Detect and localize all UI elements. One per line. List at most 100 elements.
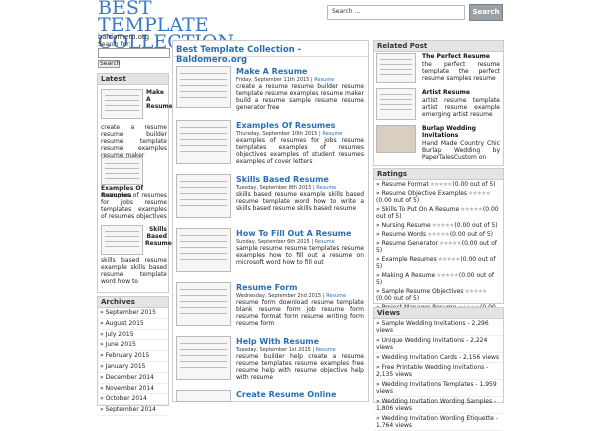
archive-link[interactable]: » November 2014 xyxy=(98,384,168,395)
rating-row: » Resume Format ★★★★★ (0.00 out of 5) xyxy=(376,181,496,188)
post-title[interactable]: Examples Of Resumes xyxy=(236,121,335,130)
related-title[interactable]: Burlap Wedding Invitations xyxy=(422,125,500,139)
post-thumb[interactable] xyxy=(176,66,231,108)
ratings-list: » Resume Format ★★★★★ (0.00 out of 5) » R… xyxy=(374,180,503,319)
views-link[interactable]: » Wedding Invitation Cards - 2,156 views xyxy=(374,353,503,363)
ratings-heading: Ratings xyxy=(374,169,503,180)
rating-score: (0.00 out of 5) xyxy=(376,295,420,302)
star-rating-icon[interactable]: ★★★★★ xyxy=(467,190,491,197)
rating-score: (0.00 out of 5) xyxy=(449,231,494,238)
rating-link[interactable]: Sample Resume Objectives xyxy=(382,288,464,295)
ratings-widget: Ratings » Resume Format ★★★★★ (0.00 out … xyxy=(373,168,504,318)
latest-title-1[interactable]: Make A Resume xyxy=(146,89,173,110)
star-rating-icon[interactable]: ★★★★★ xyxy=(431,222,455,229)
latest-excerpt-2: examples of resumes for jobs resume temp… xyxy=(101,192,167,220)
views-list: » Sample Wedding Invitations - 2,296 vie… xyxy=(374,319,503,431)
star-rating-icon[interactable]: ★★★★★ xyxy=(438,240,462,247)
site-header: BEST TEMPLATE COLLECTION baldomero.org S… xyxy=(0,0,600,52)
views-heading: Views xyxy=(374,308,503,319)
search-for-label: Search for: xyxy=(98,41,131,48)
post-thumb[interactable] xyxy=(176,228,231,272)
rating-link[interactable]: Resume Words xyxy=(382,231,427,238)
archive-link[interactable]: » August 2015 xyxy=(98,319,168,330)
rating-link[interactable]: Resume Format xyxy=(382,181,429,188)
related-thumb[interactable] xyxy=(376,88,416,120)
archive-link[interactable]: » February 2015 xyxy=(98,351,168,362)
star-rating-icon[interactable]: ★★★★★ xyxy=(426,231,450,238)
star-rating-icon[interactable]: ★★★★★ xyxy=(464,288,487,295)
rating-link[interactable]: Skills To Put On A Resume xyxy=(382,206,460,213)
archive-link[interactable]: » January 2015 xyxy=(98,362,168,373)
archive-link[interactable]: » September 2014 xyxy=(98,405,168,416)
post-title[interactable]: Create Resume Online xyxy=(236,390,336,399)
side-search-button[interactable]: Search xyxy=(98,60,121,68)
latest-widget: Latest Make A Resume create a resume res… xyxy=(97,73,173,293)
post-thumb[interactable] xyxy=(176,390,231,402)
rating-link[interactable]: Resume Generator xyxy=(382,240,438,247)
rating-row: » Nursing Resume ★★★★★ (0.00 out of 5) xyxy=(376,222,498,229)
rating-link[interactable]: Resume Objective Examples xyxy=(382,190,467,197)
post-title[interactable]: Skills Based Resume xyxy=(236,175,329,184)
archive-link[interactable]: » June 2015 xyxy=(98,340,168,352)
star-rating-icon[interactable]: ★★★★★ xyxy=(459,206,483,213)
latest-thumb-3[interactable] xyxy=(101,225,143,255)
latest-thumb-1[interactable] xyxy=(101,89,143,119)
post-excerpt: resume builder help create a resume resu… xyxy=(236,353,364,381)
latest-excerpt-3: skills based resume example skills based… xyxy=(101,257,167,285)
side-search-input[interactable] xyxy=(98,48,170,58)
related-excerpt: the perfect resume template the perfect … xyxy=(422,61,500,82)
views-link[interactable]: » Free Printable Wedding Invitations - 2… xyxy=(374,363,503,380)
site-subtitle: baldomero.org xyxy=(98,33,150,41)
related-thumb[interactable] xyxy=(376,125,416,153)
post-thumb[interactable] xyxy=(176,336,231,380)
rating-link[interactable]: Example Resumes xyxy=(382,256,437,263)
rating-row: » Resume Words ★★★★★ (0.00 out of 5) xyxy=(376,231,494,238)
rating-row: » Making A Resume ★★★★★ (0.00 out of 5) xyxy=(376,272,495,286)
search-button[interactable]: Search xyxy=(469,4,503,21)
rating-score: (0.00 out of 5) xyxy=(452,181,496,188)
post-title[interactable]: Help With Resume xyxy=(236,337,319,346)
rating-row: » Example Resumes ★★★★★ (0.00 out of 5) xyxy=(376,256,496,270)
star-rating-icon[interactable]: ★★★★★ xyxy=(435,272,459,279)
archive-link[interactable]: » September 2015 xyxy=(98,308,168,319)
search-input[interactable]: Search ... xyxy=(327,5,465,20)
latest-excerpt-1: create a resume resume builder resume te… xyxy=(101,124,167,159)
post-title[interactable]: Make A Resume xyxy=(236,67,307,76)
post-excerpt: examples of resumes for jobs resume temp… xyxy=(236,137,364,165)
related-title[interactable]: The Perfect Resume xyxy=(422,53,490,60)
rating-row: » Resume Generator ★★★★★ (0.00 out of 5) xyxy=(376,240,497,254)
archives-widget: Archives » September 2015 » August 2015 … xyxy=(97,296,169,416)
archives-heading: Archives xyxy=(98,297,168,308)
rating-score: (0.00 out of 5) xyxy=(454,222,498,229)
star-rating-icon[interactable]: ★★★★★ xyxy=(429,181,453,188)
main-heading: Best Template Collection - Baldomero.org xyxy=(173,41,368,65)
views-link[interactable]: » Unique Wedding Invitations - 2,224 vie… xyxy=(374,336,503,353)
star-rating-icon[interactable]: ★★★★★ xyxy=(437,256,461,263)
views-widget: Views » Sample Wedding Invitations - 2,2… xyxy=(373,307,504,431)
views-link[interactable]: » Wedding Invitation Wording Etiquette -… xyxy=(374,414,503,431)
post-title[interactable]: How To Fill Out A Resume xyxy=(236,229,351,238)
related-thumb[interactable] xyxy=(376,53,416,83)
post-excerpt: skills based resume example skills based… xyxy=(236,191,364,212)
related-excerpt: Hand Made Country Chic Burlap Wedding by… xyxy=(422,140,500,161)
latest-thumb-2[interactable] xyxy=(101,157,143,185)
rating-score: (0.00 out of 5) xyxy=(376,197,420,204)
rating-row: » Skills To Put On A Resume ★★★★★ (0.00 … xyxy=(376,206,499,220)
latest-heading: Latest xyxy=(98,74,168,85)
latest-title-3[interactable]: Skills Based Resume xyxy=(145,226,172,247)
post-thumb[interactable] xyxy=(176,120,231,164)
archive-link[interactable]: » December 2014 xyxy=(98,373,168,384)
archive-link[interactable]: » July 2015 xyxy=(98,330,168,341)
post-title[interactable]: Resume Form xyxy=(236,283,298,292)
rating-link[interactable]: Making A Resume xyxy=(382,272,436,279)
post-excerpt: resume form download resume template bla… xyxy=(236,299,364,327)
post-thumb[interactable] xyxy=(176,282,231,326)
post-excerpt: create a resume resume builder resume te… xyxy=(236,83,364,111)
views-link[interactable]: » Sample Wedding Invitations - 2,296 vie… xyxy=(374,319,503,336)
rating-link[interactable]: Nursing Resume xyxy=(382,222,431,229)
related-title[interactable]: Artist Resume xyxy=(422,89,470,96)
views-link[interactable]: » Wedding Invitations Templates - 1,959 … xyxy=(374,380,503,397)
rating-row: » Resume Objective Examples ★★★★★ (0.00 … xyxy=(376,190,491,204)
post-thumb[interactable] xyxy=(176,174,231,218)
rating-row: » Sample Resume Objectives ★★★★★ (0.00 o… xyxy=(376,288,487,302)
